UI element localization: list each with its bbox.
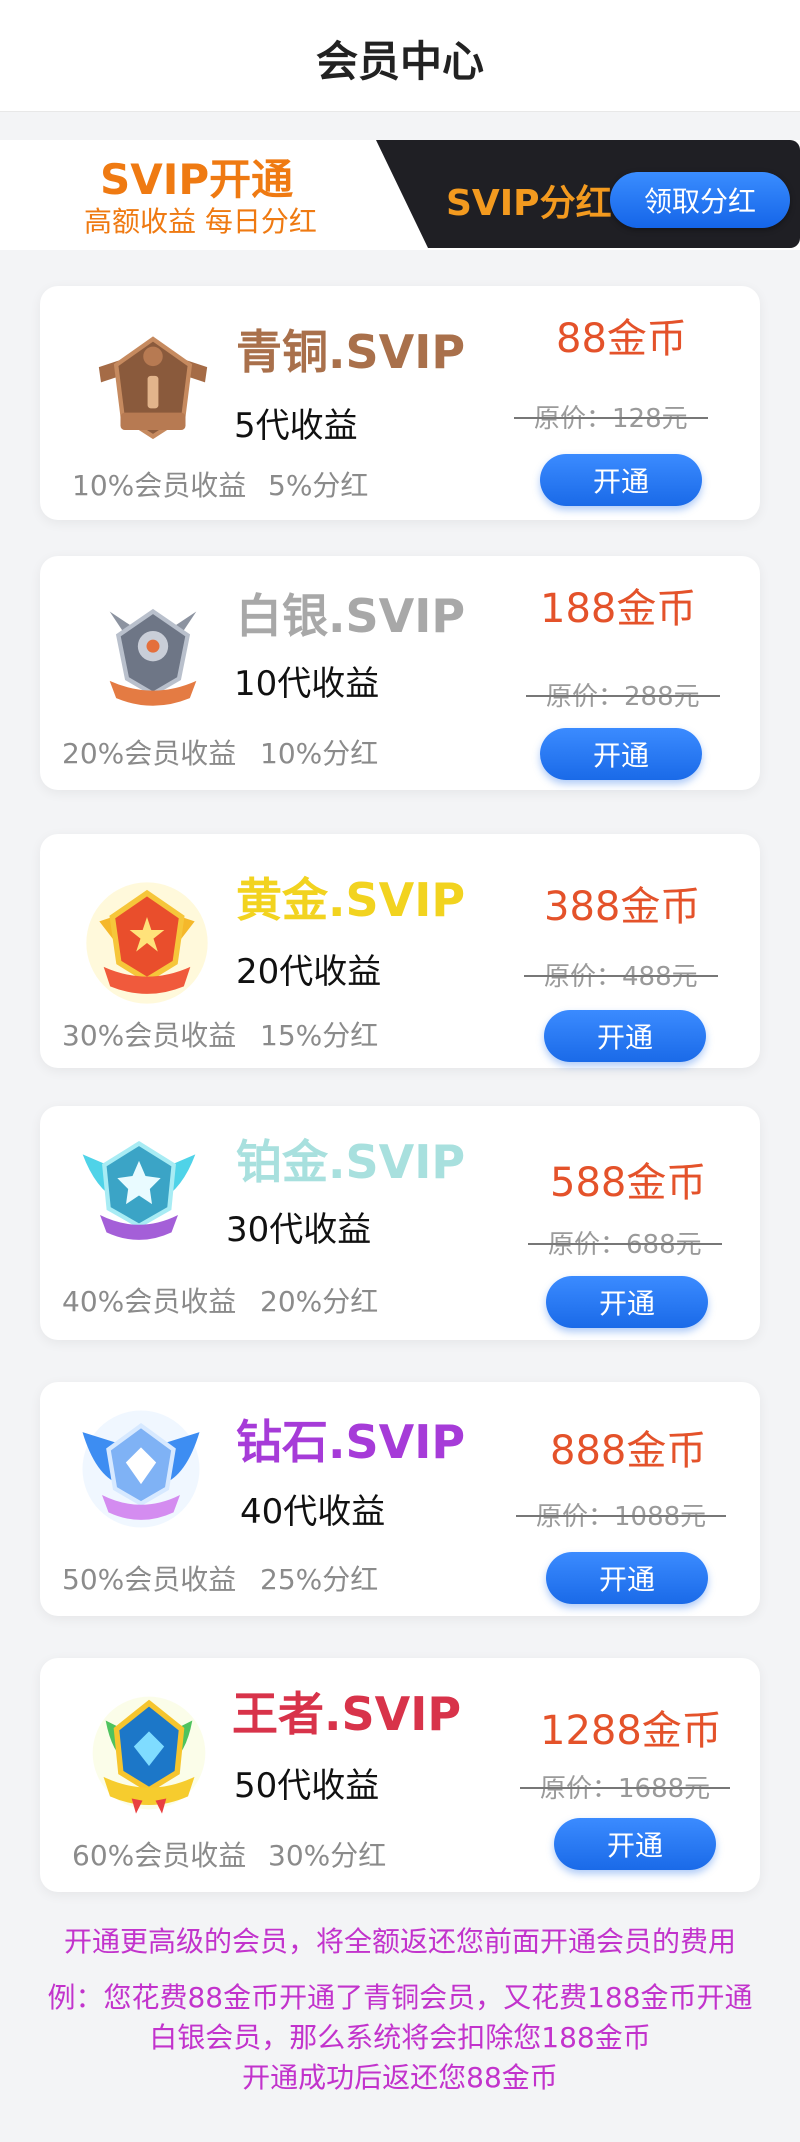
tier-card-gold: 黄金.SVIP 20代收益 30%会员收益 15%分红 388金币 原价：488… [40,834,760,1068]
strikethrough-line [528,1242,722,1245]
tier-generations: 50代收益 [234,1766,380,1806]
dividend-label: SVIP分红 [446,183,612,224]
original-price-text: 原价：1088元 [536,1502,707,1532]
platinum-badge-icon [82,1140,196,1240]
open-button-bronze[interactable]: 开通 [540,454,702,506]
claim-dividend-button[interactable]: 领取分红 [610,172,790,228]
king-badge-icon [92,1696,206,1814]
top-bar: 会员中心 [0,0,800,112]
original-price-text: 原价：488元 [544,962,698,992]
open-button-silver[interactable]: 开通 [540,728,702,780]
tier-card-platinum: 铂金.SVIP 30代收益 40%会员收益 20%分红 588金币 原价：688… [40,1106,760,1340]
tier-original-price: 原价：1088元 [516,1496,727,1533]
strikethrough-line [516,1514,727,1517]
diamond-badge-icon [82,1410,200,1528]
tier-price: 88金币 [556,316,687,362]
tier-dividend: 15%分红 [260,1019,379,1052]
banner-title: SVIP开通 [100,155,294,204]
tier-price: 588金币 [550,1160,707,1206]
tier-member-income: 10%会员收益 [72,469,247,502]
open-button-platinum[interactable]: 开通 [546,1276,708,1328]
open-button-diamond[interactable]: 开通 [546,1552,708,1604]
page-title: 会员中心 [315,37,484,86]
tier-dividend: 10%分红 [260,737,379,770]
tier-name: 钻石.SVIP [236,1415,466,1469]
tier-card-diamond: 钻石.SVIP 40代收益 50%会员收益 25%分红 888金币 原价：108… [40,1382,760,1616]
tier-name: 青铜.SVIP [236,325,466,379]
tier-original-price: 原价：128元 [514,398,708,435]
original-price-text: 原价：128元 [534,404,688,434]
tier-member-income: 30%会员收益 [62,1019,237,1052]
tier-generations: 30代收益 [226,1210,372,1250]
silver-badge-icon [109,608,197,706]
tier-dividend: 5%分红 [268,469,369,502]
original-price-text: 原价：288元 [546,682,700,712]
original-price-text: 原价：1688元 [540,1774,711,1804]
tier-dividend: 20%分红 [260,1285,379,1318]
tier-dividend: 25%分红 [260,1563,379,1596]
tier-price: 188金币 [540,586,697,632]
tier-card-king: 王者.SVIP 50代收益 60%会员收益 30%分红 1288金币 原价：16… [40,1658,760,1892]
tier-name: 黄金.SVIP [236,873,466,927]
tier-price: 1288金币 [540,1708,722,1754]
tier-original-price: 原价：488元 [524,956,718,993]
bronze-badge-icon [98,336,208,440]
strikethrough-line [526,694,720,697]
tier-name: 王者.SVIP [232,1687,462,1741]
tier-original-price: 原价：1688元 [520,1768,731,1805]
gold-badge-icon [86,882,208,1004]
tier-card-bronze: 青铜.SVIP 5代收益 10%会员收益 5%分红 88金币 原价：128元 开… [40,286,760,520]
refund-note-line-1: 开通更高级的会员，将全额返还您前面开通会员的费用 [63,1925,736,1958]
refund-note-line-3: 白银会员，那么系统将会扣除您188金币 [149,2021,651,2054]
tier-price: 388金币 [544,884,701,930]
refund-note-line-2: 例：您花费88金币开通了青铜会员，又花费188金币开通 [47,1981,753,2014]
tier-member-income: 40%会员收益 [62,1285,237,1318]
open-button-king[interactable]: 开通 [554,1818,716,1870]
strikethrough-line [524,974,718,977]
tier-card-silver: 白银.SVIP 10代收益 20%会员收益 10%分红 188金币 原价：288… [40,556,760,790]
banner-subtitle: 高额收益 每日分红 [84,205,317,238]
tier-price: 888金币 [550,1428,707,1474]
strikethrough-line [514,416,708,419]
refund-note-line-4: 开通成功后返还您88金币 [242,2061,558,2094]
tier-original-price: 原价：288元 [526,676,720,713]
tier-dividend: 30%分红 [268,1839,387,1872]
svip-banner: SVIP开通 高额收益 每日分红 SVIP分红 领取分红 [0,140,800,250]
tier-generations: 20代收益 [236,952,382,992]
original-price-text: 原价：688元 [548,1230,702,1260]
tier-generations: 40代收益 [240,1492,386,1532]
tier-generations: 10代收益 [234,664,380,704]
tier-member-income: 50%会员收益 [62,1563,237,1596]
tier-member-income: 60%会员收益 [72,1839,247,1872]
tier-original-price: 原价：688元 [528,1224,722,1261]
open-button-gold[interactable]: 开通 [544,1010,706,1062]
tier-name: 白银.SVIP [236,589,466,643]
tier-member-income: 20%会员收益 [62,737,237,770]
tier-generations: 5代收益 [234,406,358,446]
tier-name: 铂金.SVIP [236,1135,466,1189]
strikethrough-line [520,1786,731,1789]
